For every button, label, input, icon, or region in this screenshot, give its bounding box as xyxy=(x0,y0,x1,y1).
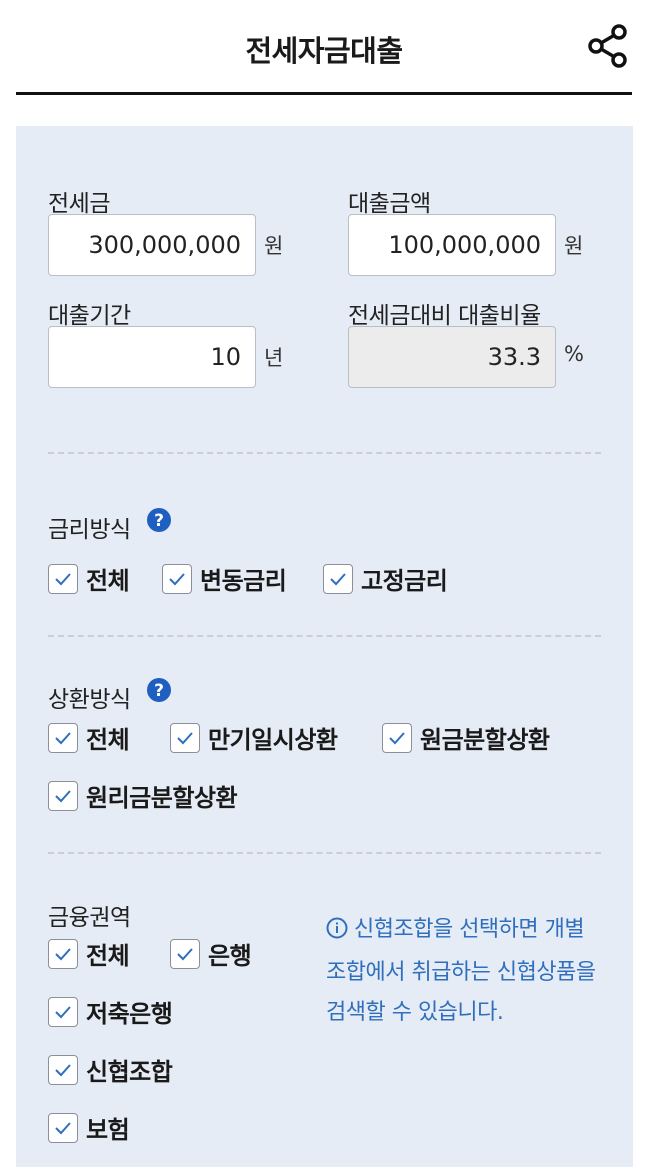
loan-period-label: 대출기간 xyxy=(48,303,131,329)
loan-amount-label: 대출금액 xyxy=(348,191,431,217)
checkbox-repay-equal[interactable]: 원리금분할상환 xyxy=(48,778,238,813)
checkbox-rate-variable[interactable]: 변동금리 xyxy=(162,561,287,596)
checkbox-icon[interactable] xyxy=(48,996,78,1027)
share-icon[interactable] xyxy=(584,22,632,70)
ratio-field: 33.3 xyxy=(348,326,556,388)
page-title: 전세자금대출 xyxy=(245,34,403,68)
loan-period-input[interactable]: 10 xyxy=(48,326,256,388)
checkbox-icon[interactable] xyxy=(48,938,78,969)
credit-union-info: 신협조합을 선택하면 개별 조합에서 취급하는 신협상품을 검색할 수 있습니다… xyxy=(326,910,596,1033)
checkbox-icon[interactable] xyxy=(48,563,78,594)
checkbox-sector-credit-union[interactable]: 신협조합 xyxy=(48,1052,173,1087)
checkbox-sector-savings[interactable]: 저축은행 xyxy=(48,994,173,1029)
info-text: 신협조합을 선택하면 개별 조합에서 취급하는 신협상품을 검색할 수 있습니다… xyxy=(326,917,596,1025)
divider xyxy=(48,452,601,454)
ratio-unit: % xyxy=(564,342,584,366)
checkbox-icon[interactable] xyxy=(48,780,78,811)
checkbox-rate-all[interactable]: 전체 xyxy=(48,561,130,596)
help-icon[interactable]: ? xyxy=(146,677,172,703)
deposit-input[interactable]: 300,000,000 xyxy=(48,214,256,276)
checkbox-icon[interactable] xyxy=(48,722,78,753)
checkbox-icon[interactable] xyxy=(48,1112,78,1143)
checkbox-sector-bank[interactable]: 은행 xyxy=(170,936,252,971)
sector-label: 금융권역 xyxy=(48,905,131,931)
checkbox-icon[interactable] xyxy=(162,563,192,594)
checkbox-icon[interactable] xyxy=(170,938,200,969)
deposit-label: 전세금 xyxy=(48,191,110,217)
rate-type-label: 금리방식 xyxy=(48,517,131,543)
checkbox-icon[interactable] xyxy=(323,563,353,594)
checkbox-repay-bullet[interactable]: 만기일시상환 xyxy=(170,720,338,755)
checkbox-rate-fixed[interactable]: 고정금리 xyxy=(323,561,448,596)
checkbox-repay-all[interactable]: 전체 xyxy=(48,720,130,755)
checkbox-icon[interactable] xyxy=(170,722,200,753)
checkbox-icon[interactable] xyxy=(382,722,412,753)
svg-text:?: ? xyxy=(154,511,164,531)
checkbox-sector-insurance[interactable]: 보험 xyxy=(48,1110,130,1145)
divider xyxy=(48,635,601,637)
svg-text:?: ? xyxy=(154,681,164,701)
divider xyxy=(48,852,601,854)
ratio-label: 전세금대비 대출비율 xyxy=(348,303,541,329)
checkbox-sector-all[interactable]: 전체 xyxy=(48,936,130,971)
checkbox-repay-principal[interactable]: 원금분할상환 xyxy=(382,720,550,755)
checkbox-icon[interactable] xyxy=(48,1054,78,1085)
loan-amount-input[interactable]: 100,000,000 xyxy=(348,214,556,276)
repayment-label: 상환방식 xyxy=(48,687,131,713)
loan-period-unit: 년 xyxy=(264,346,284,370)
info-icon xyxy=(326,913,348,953)
loan-amount-unit: 원 xyxy=(564,234,584,258)
header: 전세자금대출 xyxy=(0,0,648,96)
header-divider xyxy=(16,92,632,95)
deposit-unit: 원 xyxy=(264,234,284,258)
help-icon[interactable]: ? xyxy=(146,507,172,533)
